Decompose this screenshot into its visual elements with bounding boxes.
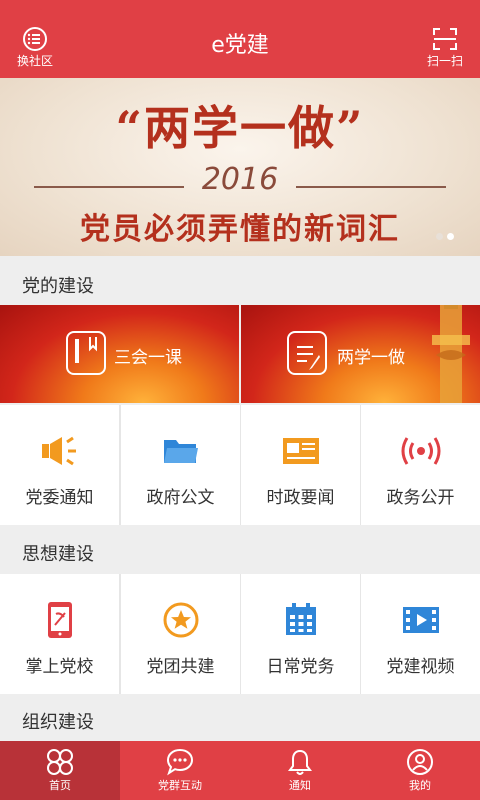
grid-item-label: 党委通知 bbox=[25, 488, 94, 508]
newspaper-icon bbox=[282, 438, 319, 464]
nav-home[interactable]: 首页 bbox=[0, 741, 120, 800]
grid-item-label: 党建视频 bbox=[386, 657, 455, 677]
folder-icon bbox=[163, 440, 198, 463]
nav-label: 首页 bbox=[49, 779, 71, 792]
calendar-icon bbox=[285, 603, 316, 635]
grid-item-government-docs[interactable]: 政府公文 bbox=[121, 405, 240, 525]
banner-year: 2016 bbox=[201, 162, 279, 197]
nav-notifications[interactable]: 通知 bbox=[240, 741, 360, 800]
section-header-ideology: 思想建设 bbox=[0, 526, 480, 574]
book-icon bbox=[66, 331, 106, 375]
section-header-organization: 组织建设 bbox=[0, 694, 480, 742]
party-building-grid: 党委通知 政府公文 时政要闻 政务公开 bbox=[0, 405, 480, 525]
user-icon bbox=[407, 749, 433, 775]
carousel-dot-active[interactable] bbox=[447, 233, 454, 240]
carousel-dot[interactable] bbox=[436, 233, 443, 240]
nav-label: 党群互动 bbox=[158, 779, 202, 792]
app-title: e党建 bbox=[211, 33, 269, 58]
broadcast-icon bbox=[401, 437, 440, 465]
banner-divider-right bbox=[296, 186, 446, 188]
section-title: 思想建设 bbox=[22, 544, 94, 565]
bottom-nav: 首页 党群互动 通知 我的 bbox=[0, 741, 480, 800]
grid-item-label: 政务公开 bbox=[386, 488, 455, 508]
bell-icon bbox=[288, 749, 312, 775]
grid-item-mobile-party-school[interactable]: 掌上党校 bbox=[0, 574, 119, 694]
feature-cards: 三会一课 两学一做 bbox=[0, 305, 480, 403]
video-icon bbox=[402, 607, 439, 633]
scan-label: 扫一扫 bbox=[426, 54, 463, 68]
grid-item-label: 党团共建 bbox=[146, 657, 215, 677]
home-grid-icon bbox=[47, 749, 73, 775]
section-title: 党的建设 bbox=[22, 276, 94, 297]
nav-label: 我的 bbox=[409, 779, 431, 792]
document-edit-icon bbox=[287, 331, 327, 375]
carousel-indicator bbox=[432, 225, 454, 244]
pillar-decoration bbox=[432, 305, 470, 403]
card-label: 两学一做 bbox=[337, 348, 405, 368]
section-title: 组织建设 bbox=[22, 712, 94, 733]
nav-interaction[interactable]: 党群互动 bbox=[120, 741, 240, 800]
grid-item-label: 掌上党校 bbox=[25, 657, 94, 677]
scan-icon bbox=[433, 28, 457, 50]
ideology-grid: 掌上党校 党团共建 日常党务 党建视频 bbox=[0, 574, 480, 694]
grid-item-daily-affairs[interactable]: 日常党务 bbox=[241, 574, 360, 694]
mobile-party-icon bbox=[47, 602, 72, 638]
grid-item-party-video[interactable]: 党建视频 bbox=[361, 574, 480, 694]
grid-item-label: 时政要闻 bbox=[266, 488, 335, 508]
grid-item-government-affairs[interactable]: 政务公开 bbox=[361, 405, 480, 525]
grid-item-label: 日常党务 bbox=[266, 657, 335, 677]
banner-title: “两学一做” bbox=[115, 101, 365, 155]
grid-item-label: 政府公文 bbox=[146, 488, 215, 508]
banner-carousel[interactable]: “两学一做” 2016 党员必须弄懂的新词汇 bbox=[0, 78, 480, 256]
nav-profile[interactable]: 我的 bbox=[360, 741, 480, 800]
top-bar: 换社区 e党建 扫一扫 bbox=[0, 0, 480, 78]
chat-bubble-icon bbox=[166, 748, 194, 776]
banner-subtitle: 党员必须弄懂的新词汇 bbox=[80, 212, 400, 247]
star-badge-icon bbox=[163, 602, 198, 638]
card-two-studies[interactable]: 两学一做 bbox=[241, 305, 480, 403]
section-header-party-building: 党的建设 bbox=[0, 258, 480, 306]
scan-button[interactable]: 扫一扫 bbox=[410, 26, 480, 68]
grid-item-party-league[interactable]: 党团共建 bbox=[121, 574, 240, 694]
nav-label: 通知 bbox=[289, 779, 311, 792]
grid-item-party-notice[interactable]: 党委通知 bbox=[0, 405, 119, 525]
card-label: 三会一课 bbox=[114, 348, 182, 368]
grid-item-political-news[interactable]: 时政要闻 bbox=[241, 405, 360, 525]
card-three-meetings[interactable]: 三会一课 bbox=[0, 305, 239, 403]
megaphone-icon bbox=[41, 436, 76, 466]
